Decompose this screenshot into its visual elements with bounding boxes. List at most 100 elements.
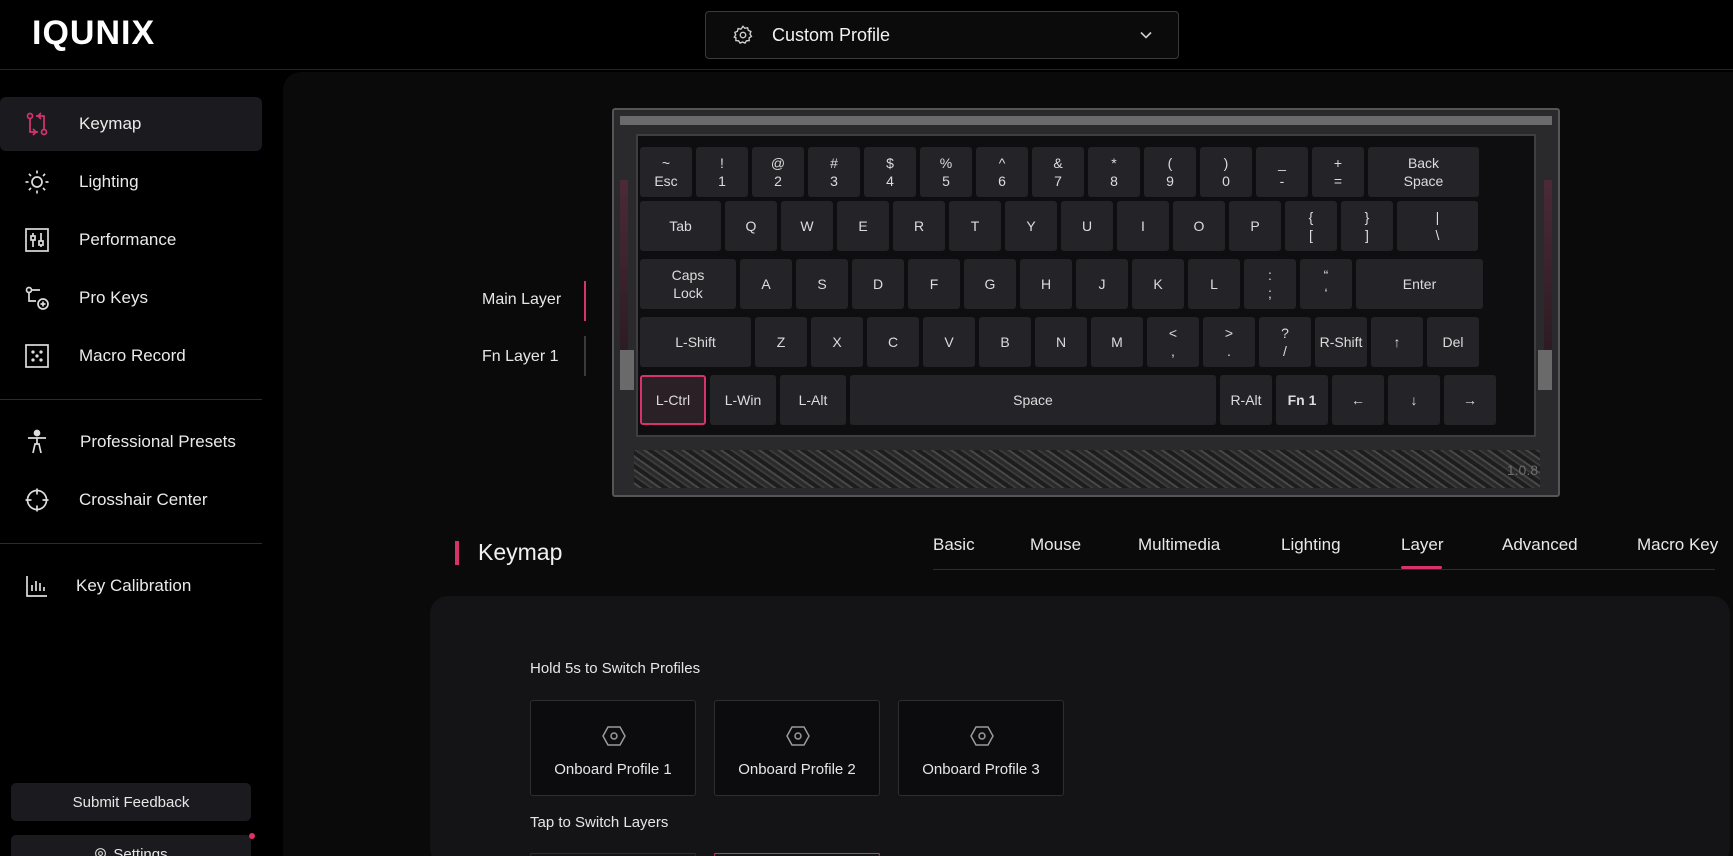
key-4-7[interactable]: ↓ bbox=[1388, 375, 1440, 425]
key-4-6[interactable]: ← bbox=[1332, 375, 1384, 425]
tab-advanced[interactable]: Advanced bbox=[1502, 535, 1578, 555]
key-3-12[interactable]: ↑ bbox=[1371, 317, 1423, 367]
key-1-11[interactable]: {[ bbox=[1285, 201, 1337, 251]
sidebar-item-pro-keys[interactable]: Pro Keys bbox=[0, 271, 262, 325]
key-legend: L-Ctrl bbox=[655, 391, 691, 408]
key-1-13[interactable]: | \ bbox=[1397, 201, 1478, 251]
key-2-4[interactable]: F bbox=[908, 259, 960, 309]
key-4-5[interactable]: Fn 1 bbox=[1276, 375, 1328, 425]
key-4-8[interactable]: → bbox=[1444, 375, 1496, 425]
key-0-3[interactable]: #3 bbox=[808, 147, 860, 197]
key-4-4[interactable]: R-Alt bbox=[1220, 375, 1272, 425]
key-0-9[interactable]: (9 bbox=[1144, 147, 1196, 197]
key-1-4[interactable]: R bbox=[893, 201, 945, 251]
tab-layer[interactable]: Layer bbox=[1401, 535, 1444, 555]
key-legend: > bbox=[1224, 324, 1234, 341]
key-4-1[interactable]: L-Win bbox=[710, 375, 776, 425]
key-3-7[interactable]: M bbox=[1091, 317, 1143, 367]
key-0-10[interactable]: ) 0 bbox=[1200, 147, 1252, 197]
key-2-0[interactable]: Caps Lock bbox=[640, 259, 736, 309]
key-3-6[interactable]: N bbox=[1035, 317, 1087, 367]
key-4-0[interactable]: L-Ctrl bbox=[640, 375, 706, 425]
key-1-7[interactable]: U bbox=[1061, 201, 1113, 251]
sidebar-item-key-calibration[interactable]: Key Calibration bbox=[0, 559, 262, 613]
sidebar-item-keymap[interactable]: Keymap bbox=[0, 97, 262, 151]
key-1-8[interactable]: I bbox=[1117, 201, 1169, 251]
key-1-9[interactable]: O bbox=[1173, 201, 1225, 251]
key-0-7[interactable]: & 7 bbox=[1032, 147, 1084, 197]
key-3-3[interactable]: C bbox=[867, 317, 919, 367]
tab-lighting[interactable]: Lighting bbox=[1281, 535, 1341, 555]
keyboard-bevel bbox=[620, 116, 1552, 125]
key-legend: * bbox=[1111, 154, 1117, 171]
key-legend: U bbox=[1081, 217, 1093, 234]
key-1-6[interactable]: Y bbox=[1005, 201, 1057, 251]
sidebar-item-crosshair-center[interactable]: Crosshair Center bbox=[0, 473, 262, 527]
key-2-9[interactable]: L bbox=[1188, 259, 1240, 309]
tab-basic[interactable]: Basic bbox=[933, 535, 975, 555]
key-3-8[interactable]: <, bbox=[1147, 317, 1199, 367]
key-3-2[interactable]: X bbox=[811, 317, 863, 367]
key-2-2[interactable]: S bbox=[796, 259, 848, 309]
key-1-0[interactable]: Tab bbox=[640, 201, 721, 251]
profile-dropdown[interactable]: Custom Profile bbox=[705, 11, 1179, 59]
sidebar-item-performance[interactable]: Performance bbox=[0, 213, 262, 267]
key-3-9[interactable]: >. bbox=[1203, 317, 1255, 367]
key-1-3[interactable]: E bbox=[837, 201, 889, 251]
onboard-profile-2-button[interactable]: Onboard Profile 2 bbox=[714, 700, 880, 796]
key-4-3[interactable]: Space bbox=[850, 375, 1216, 425]
key-1-12[interactable]: }] bbox=[1341, 201, 1393, 251]
tab-mouse[interactable]: Mouse bbox=[1030, 535, 1081, 555]
key-0-2[interactable]: @2 bbox=[752, 147, 804, 197]
key-0-8[interactable]: * 8 bbox=[1088, 147, 1140, 197]
tab-macro-key[interactable]: Macro Key bbox=[1637, 535, 1718, 555]
layer-active-bar bbox=[584, 281, 586, 321]
sidebar-item-lighting[interactable]: Lighting bbox=[0, 155, 262, 209]
sidebar-item-professional-presets[interactable]: Professional Presets bbox=[0, 415, 262, 469]
tab-multimedia[interactable]: Multimedia bbox=[1138, 535, 1220, 555]
key-legend-secondary: 1 bbox=[718, 173, 726, 189]
key-0-12[interactable]: + = bbox=[1312, 147, 1364, 197]
key-2-10[interactable]: :; bbox=[1244, 259, 1296, 309]
key-1-2[interactable]: W bbox=[781, 201, 833, 251]
key-2-12[interactable]: Enter bbox=[1356, 259, 1483, 309]
key-2-5[interactable]: G bbox=[964, 259, 1016, 309]
key-0-6[interactable]: ^ 6 bbox=[976, 147, 1028, 197]
onboard-profile-3-button[interactable]: Onboard Profile 3 bbox=[898, 700, 1064, 796]
key-legend: C bbox=[887, 333, 899, 350]
key-legend: Y bbox=[1026, 217, 1036, 234]
key-2-3[interactable]: D bbox=[852, 259, 904, 309]
key-2-1[interactable]: A bbox=[740, 259, 792, 309]
key-3-13[interactable]: Del bbox=[1427, 317, 1479, 367]
key-legend: ← bbox=[1351, 391, 1365, 408]
settings-label: Settings bbox=[113, 846, 168, 856]
key-2-11[interactable]: “‘ bbox=[1300, 259, 1352, 309]
key-legend: F bbox=[929, 275, 939, 292]
key-2-7[interactable]: J bbox=[1076, 259, 1128, 309]
key-3-11[interactable]: R-Shift bbox=[1315, 317, 1367, 367]
key-legend: ( bbox=[1167, 154, 1173, 171]
submit-feedback-button[interactable]: Submit Feedback bbox=[11, 783, 251, 821]
key-3-0[interactable]: L-Shift bbox=[640, 317, 751, 367]
key-2-6[interactable]: H bbox=[1020, 259, 1072, 309]
key-1-10[interactable]: P bbox=[1229, 201, 1281, 251]
key-4-2[interactable]: L-Alt bbox=[780, 375, 846, 425]
sidebar-item-macro-record[interactable]: Macro Record bbox=[0, 329, 262, 383]
key-0-5[interactable]: % 5 bbox=[920, 147, 972, 197]
key-legend-secondary: ; bbox=[1268, 285, 1272, 301]
onboard-profile-1-button[interactable]: Onboard Profile 1 bbox=[530, 700, 696, 796]
settings-button[interactable]: Settings bbox=[11, 835, 251, 856]
key-3-4[interactable]: V bbox=[923, 317, 975, 367]
key-0-1[interactable]: ! 1 bbox=[696, 147, 748, 197]
key-0-11[interactable]: _ - bbox=[1256, 147, 1308, 197]
key-2-8[interactable]: K bbox=[1132, 259, 1184, 309]
key-3-5[interactable]: B bbox=[979, 317, 1031, 367]
key-3-10[interactable]: ? / bbox=[1259, 317, 1311, 367]
key-1-5[interactable]: T bbox=[949, 201, 1001, 251]
key-0-13[interactable]: Back Space bbox=[1368, 147, 1479, 197]
key-legend: + bbox=[1333, 154, 1343, 171]
key-0-0[interactable]: ~ Esc bbox=[640, 147, 692, 197]
key-1-1[interactable]: Q bbox=[725, 201, 777, 251]
key-3-1[interactable]: Z bbox=[755, 317, 807, 367]
key-0-4[interactable]: $4 bbox=[864, 147, 916, 197]
